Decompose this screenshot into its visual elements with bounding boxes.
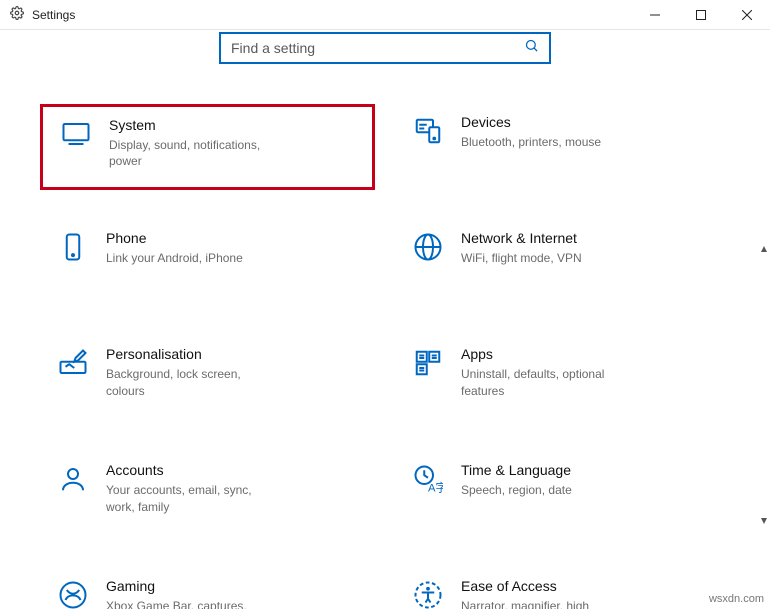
ease-of-access-icon <box>407 578 449 609</box>
card-title: Devices <box>461 114 601 130</box>
settings-grid: System Display, sound, notifications, po… <box>0 64 770 609</box>
card-subtitle: Link your Android, iPhone <box>106 250 243 266</box>
card-title: System <box>109 117 279 133</box>
search-container <box>0 32 770 64</box>
card-gaming[interactable]: Gaming Xbox Game Bar, captures, Game Mod… <box>40 568 375 609</box>
card-subtitle: WiFi, flight mode, VPN <box>461 250 582 266</box>
card-subtitle: Uninstall, defaults, optional features <box>461 366 631 398</box>
card-ease-of-access[interactable]: Ease of Access Narrator, magnifier, high… <box>395 568 730 609</box>
titlebar-left: Settings <box>0 6 75 23</box>
card-accounts[interactable]: Accounts Your accounts, email, sync, wor… <box>40 452 375 538</box>
card-title: Time & Language <box>461 462 572 478</box>
card-network[interactable]: Network & Internet WiFi, flight mode, VP… <box>395 220 730 306</box>
search-icon <box>524 38 539 58</box>
card-subtitle: Your accounts, email, sync, work, family <box>106 482 276 514</box>
card-subtitle: Narrator, magnifier, high contrast <box>461 598 631 609</box>
card-title: Personalisation <box>106 346 276 362</box>
personalisation-icon <box>52 346 94 378</box>
card-title: Network & Internet <box>461 230 582 246</box>
search-box[interactable] <box>219 32 551 64</box>
gaming-icon <box>52 578 94 609</box>
card-subtitle: Background, lock screen, colours <box>106 366 276 398</box>
card-apps[interactable]: Apps Uninstall, defaults, optional featu… <box>395 336 730 422</box>
card-title: Apps <box>461 346 631 362</box>
system-icon <box>55 117 97 149</box>
card-devices[interactable]: Devices Bluetooth, printers, mouse <box>395 104 730 190</box>
svg-text:A字: A字 <box>428 481 443 495</box>
minimize-button[interactable] <box>632 0 678 29</box>
card-title: Phone <box>106 230 243 246</box>
watermark: wsxdn.com <box>709 593 764 605</box>
card-title: Ease of Access <box>461 578 631 594</box>
card-subtitle: Xbox Game Bar, captures, Game Mode <box>106 598 276 609</box>
devices-icon <box>407 114 449 146</box>
search-input[interactable] <box>231 40 524 56</box>
titlebar: Settings <box>0 0 770 30</box>
card-system[interactable]: System Display, sound, notifications, po… <box>40 104 375 190</box>
maximize-button[interactable] <box>678 0 724 29</box>
close-button[interactable] <box>724 0 770 29</box>
card-time-language[interactable]: A字 Time & Language Speech, region, date <box>395 452 730 538</box>
gear-icon <box>10 6 24 23</box>
card-personalisation[interactable]: Personalisation Background, lock screen,… <box>40 336 375 422</box>
card-title: Accounts <box>106 462 276 478</box>
apps-icon <box>407 346 449 378</box>
window-title: Settings <box>32 8 75 22</box>
card-phone[interactable]: Phone Link your Android, iPhone <box>40 220 375 306</box>
window-controls <box>632 0 770 29</box>
card-subtitle: Display, sound, notifications, power <box>109 137 279 169</box>
card-title: Gaming <box>106 578 276 594</box>
time-language-icon: A字 <box>407 462 449 494</box>
accounts-icon <box>52 462 94 494</box>
scrollbar[interactable] <box>759 246 769 524</box>
phone-icon <box>52 230 94 262</box>
card-subtitle: Speech, region, date <box>461 482 572 498</box>
network-icon <box>407 230 449 262</box>
card-subtitle: Bluetooth, printers, mouse <box>461 134 601 150</box>
